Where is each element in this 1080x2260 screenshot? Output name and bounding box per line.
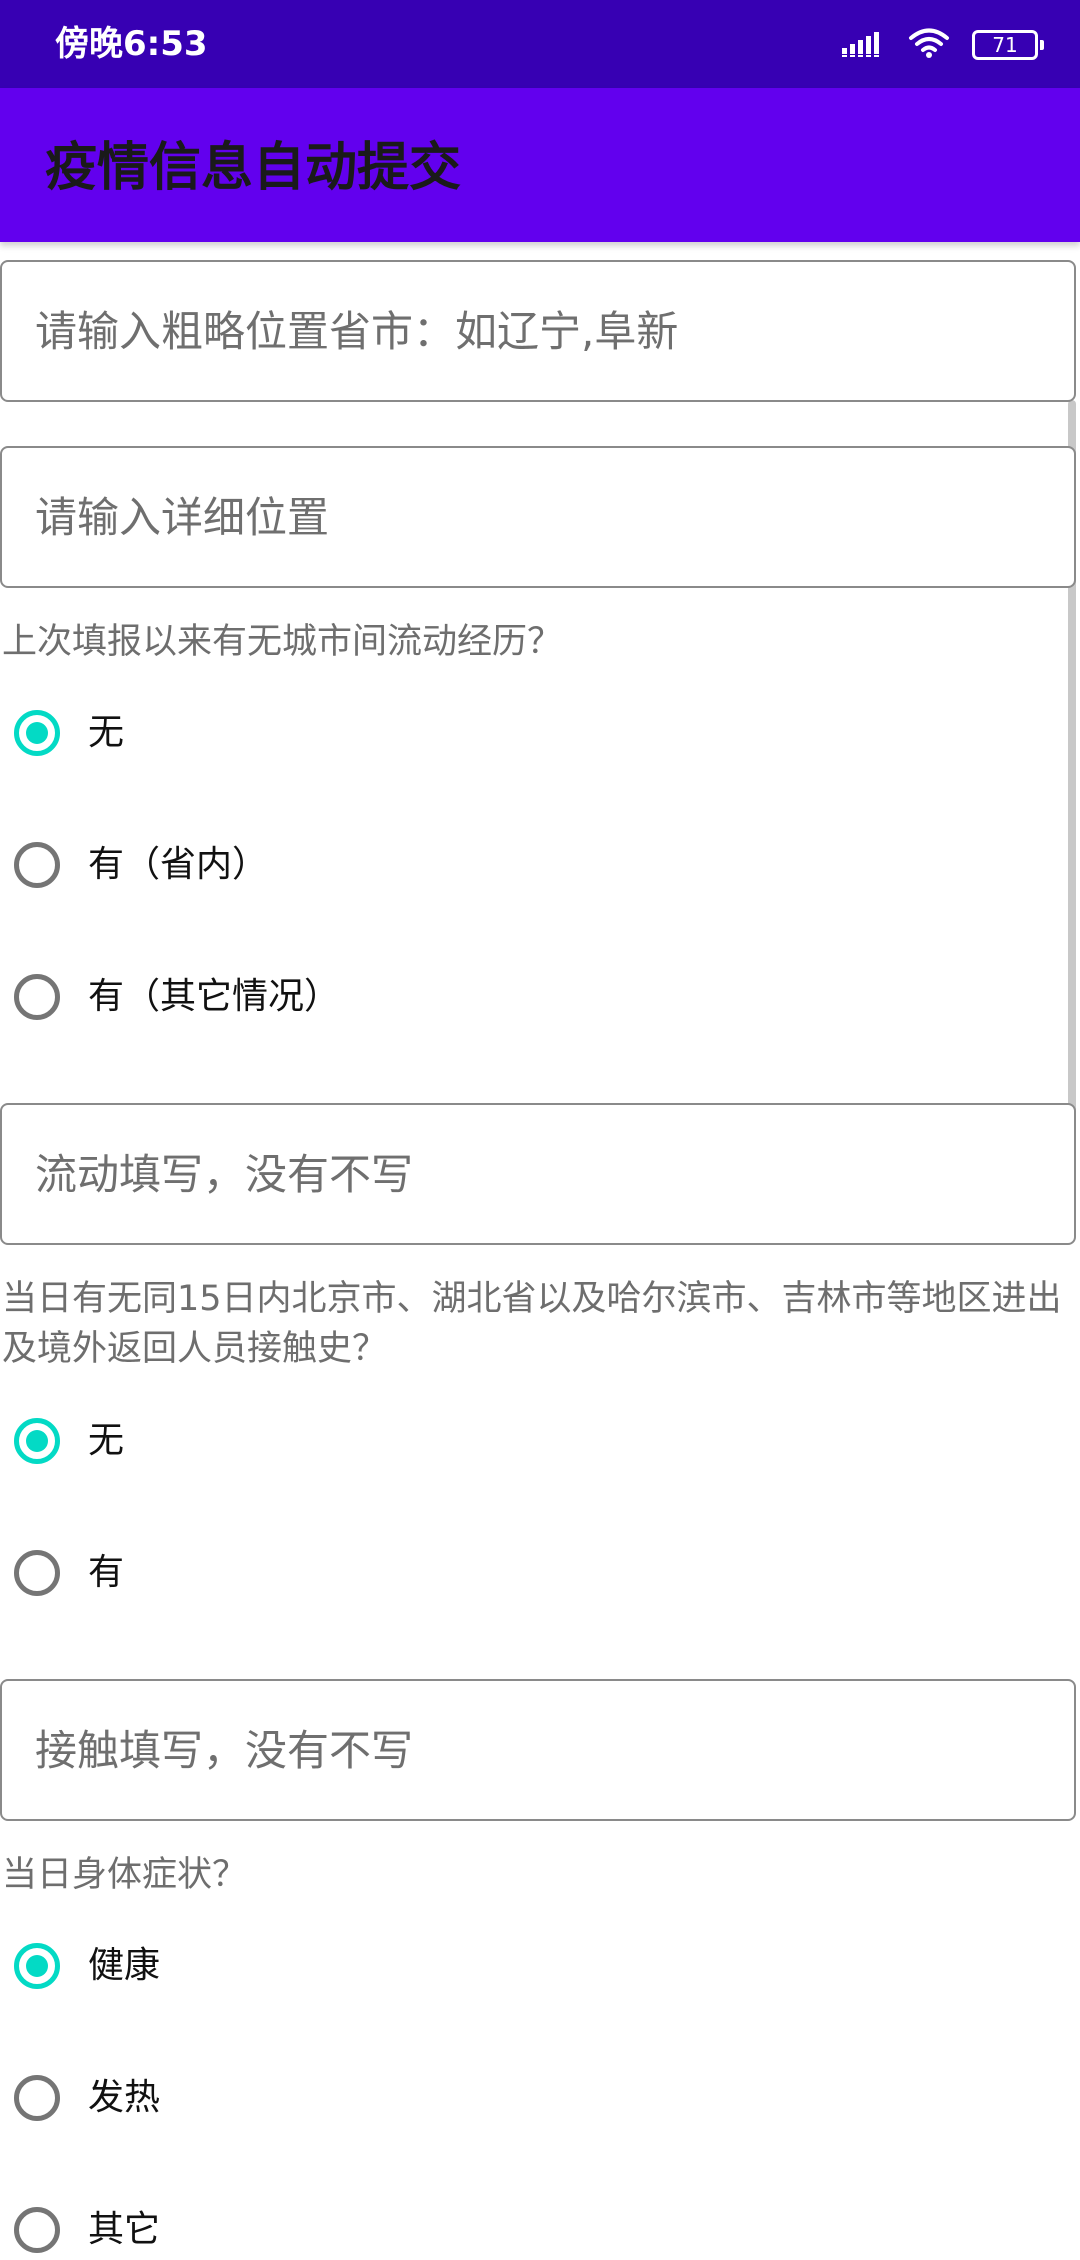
radio-unchecked-icon bbox=[14, 842, 60, 888]
radio-label: 有（省内） bbox=[88, 844, 269, 885]
radio-label: 无 bbox=[88, 1420, 125, 1461]
wifi-icon bbox=[908, 27, 950, 63]
travel-option-other[interactable]: 有（其它情况） bbox=[14, 967, 340, 1027]
signal-icon bbox=[842, 28, 886, 62]
radio-label: 有 bbox=[88, 1552, 125, 1593]
radio-label: 发热 bbox=[88, 2077, 161, 2118]
contact-option-yes[interactable]: 有 bbox=[14, 1543, 124, 1603]
travel-question: 上次填报以来有无城市间流动经历？ bbox=[2, 622, 563, 662]
radio-label: 健康 bbox=[88, 1945, 161, 1986]
location-detail-field[interactable] bbox=[0, 446, 1076, 588]
travel-detail-input[interactable] bbox=[35, 1105, 1035, 1243]
radio-label: 有（其它情况） bbox=[88, 976, 341, 1017]
contact-detail-input[interactable] bbox=[35, 1681, 1035, 1819]
status-icons: 71 bbox=[820, 24, 1044, 66]
contact-detail-field[interactable] bbox=[0, 1679, 1076, 1821]
travel-option-in-province[interactable]: 有（省内） bbox=[14, 835, 268, 895]
radio-unchecked-icon bbox=[14, 1550, 60, 1596]
battery-icon: 71 bbox=[972, 30, 1044, 60]
page-title: 疫情信息自动提交 bbox=[45, 138, 462, 198]
app-bar: 疫情信息自动提交 bbox=[0, 88, 1080, 242]
contact-option-none[interactable]: 无 bbox=[14, 1411, 124, 1471]
status-time: 傍晚6:53 bbox=[55, 24, 208, 64]
health-option-fever[interactable]: 发热 bbox=[14, 2068, 160, 2128]
location-rough-input[interactable] bbox=[35, 262, 1035, 400]
health-option-other[interactable]: 其它 bbox=[14, 2200, 160, 2260]
radio-label: 无 bbox=[88, 712, 125, 753]
radio-checked-icon bbox=[14, 710, 60, 756]
radio-checked-icon bbox=[14, 1943, 60, 1989]
location-detail-input[interactable] bbox=[35, 448, 1035, 586]
radio-unchecked-icon bbox=[14, 974, 60, 1020]
radio-checked-icon bbox=[14, 1418, 60, 1464]
radio-unchecked-icon bbox=[14, 2207, 60, 2253]
health-option-healthy[interactable]: 健康 bbox=[14, 1936, 160, 1996]
status-bar: 傍晚6:53 71 bbox=[0, 0, 1080, 88]
travel-detail-field[interactable] bbox=[0, 1103, 1076, 1245]
contact-question: 当日有无同15日内北京市、湖北省以及哈尔滨市、吉林市等地区进出及境外返回人员接触… bbox=[2, 1279, 1062, 1369]
radio-unchecked-icon bbox=[14, 2075, 60, 2121]
location-rough-field[interactable] bbox=[0, 260, 1076, 402]
health-question: 当日身体症状？ bbox=[2, 1855, 248, 1895]
travel-option-none[interactable]: 无 bbox=[14, 703, 124, 763]
